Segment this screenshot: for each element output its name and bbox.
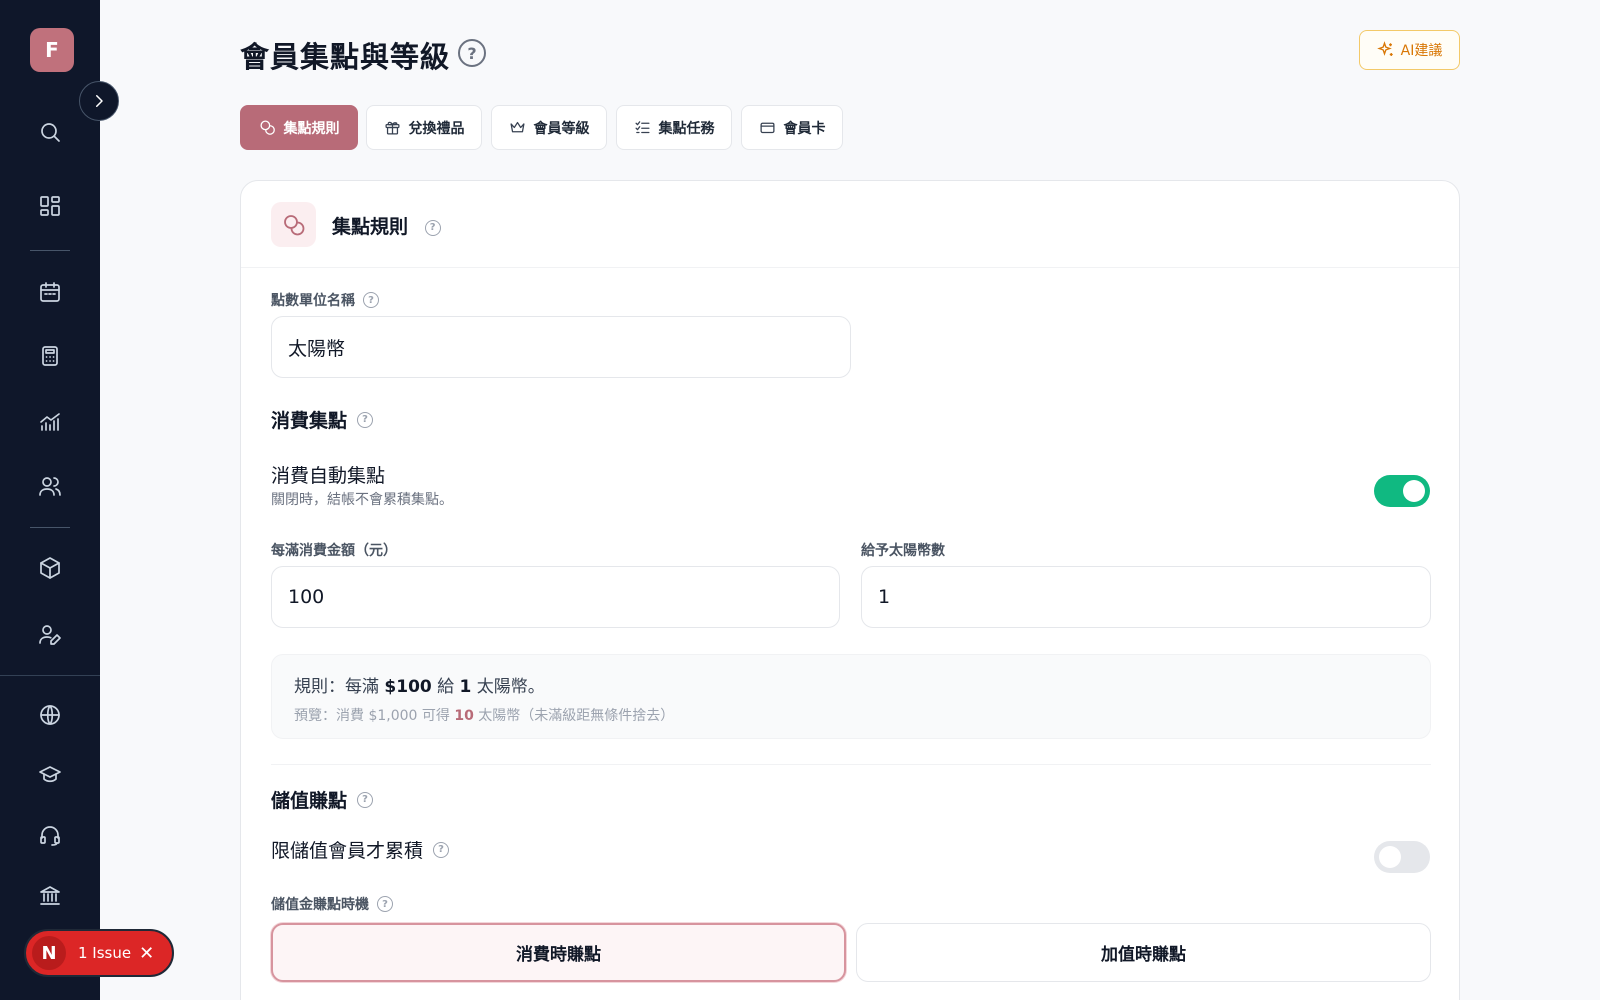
section-divider [271,764,1431,765]
close-icon[interactable]: ✕ [139,943,154,964]
gift-icon [384,121,400,135]
timing-label: 儲值金賺點時機 ? [271,894,393,914]
tab-label: 會員等級 [533,120,590,137]
help-icon[interactable]: ? [357,411,374,428]
auto-points-description: 關閉時，結帳不會累積集點。 [271,492,453,508]
help-icon[interactable]: ? [424,219,441,236]
preview-suffix: 太陽幣（未滿級距無條件捨去） [473,708,675,724]
rule-suffix: 太陽幣。 [471,677,545,697]
spend-amount-value: 100 [288,586,325,608]
unit-name-label-text: 點數單位名稱 [271,293,355,309]
sidebar-divider [30,527,70,528]
unit-name-label: 點數單位名稱 ? [271,290,379,310]
points-given-input[interactable]: 1 [861,566,1431,628]
toggle-knob [1379,846,1401,868]
sidebar: F [0,0,100,1000]
help-icon[interactable]: ? [363,292,379,308]
tab-redeem-gifts[interactable]: 兌換禮品 [366,105,482,150]
ai-suggestion-button[interactable]: AI建議 [1359,30,1460,70]
chevron-right-icon [96,95,103,107]
bank-icon[interactable] [36,881,64,909]
stored-only-title-text: 限儲值會員才累積 [271,840,424,862]
preview-prefix: 預覽：消費 $1,000 可得 [294,708,455,724]
ai-suggestion-label: AI建議 [1400,43,1443,59]
stored-only-title: 限儲值會員才累積 ? [271,836,450,863]
analytics-icon[interactable] [36,408,64,436]
stored-section-title-text: 儲值賺點 [271,790,348,812]
preview-points: 10 [454,708,474,724]
avatar[interactable]: F [30,28,74,72]
dashboard-icon[interactable] [36,192,64,220]
users-icon[interactable] [36,472,64,500]
tab-label: 集點規則 [283,120,340,137]
globe-icon[interactable] [36,701,64,729]
rule-summary-box: 規則：每滿 $100 給 1 太陽幣。 預覽：消費 $1,000 可得 10 太… [271,654,1431,739]
sparkle-icon [1376,41,1393,56]
rule-amount: $100 [384,677,432,697]
card-header: 集點規則 ? [241,181,1459,268]
page-title: 會員集點與等級 [240,40,451,74]
issue-badge[interactable]: N 1 Issue ✕ [24,929,174,977]
unit-name-input[interactable]: 太陽幣 [271,316,851,378]
toggle-knob [1403,480,1425,502]
spend-amount-label: 每滿消費金額（元） [271,543,397,559]
auto-points-toggle[interactable] [1374,475,1430,507]
timing-option-label: 加值時賺點 [1101,945,1186,965]
help-icon[interactable]: ? [377,896,393,912]
tab-points-rules[interactable]: 集點規則 [240,105,358,150]
rule-points: 1 [459,677,472,697]
calendar-icon[interactable] [36,278,64,306]
card-title: 集點規則 ? [332,212,441,239]
timing-option-label: 消費時賺點 [516,945,601,965]
stored-section-title: 儲值賺點 ? [271,786,374,813]
sidebar-divider [30,250,70,251]
tab-member-levels[interactable]: 會員等級 [491,105,607,150]
sidebar-expand-button[interactable] [79,81,119,121]
calculator-icon[interactable] [36,342,64,370]
coins-icon [271,202,316,247]
help-icon[interactable]: ? [433,841,450,858]
tab-label: 會員卡 [783,120,826,137]
tab-label: 集點任務 [658,120,715,137]
timing-option-on-spend[interactable]: 消費時賺點 [271,923,846,982]
tab-member-card[interactable]: 會員卡 [741,105,843,150]
points-given-label: 給予太陽幣數 [861,543,945,559]
user-edit-icon[interactable] [36,620,64,648]
search-icon[interactable] [36,118,64,146]
card-title-text: 集點規則 [332,216,409,238]
rule-summary: 規則：每滿 $100 給 1 太陽幣。 [294,672,545,697]
spend-section-title: 消費集點 ? [271,406,374,433]
spend-amount-input[interactable]: 100 [271,566,840,628]
issue-logo: N [32,936,66,970]
stored-only-toggle[interactable] [1374,841,1430,873]
rule-prefix: 規則：每滿 [294,677,385,697]
points-given-value: 1 [878,586,891,608]
unit-name-value: 太陽幣 [288,337,346,360]
spend-section-title-text: 消費集點 [271,410,348,432]
tab-point-tasks[interactable]: 集點任務 [616,105,732,150]
points-rules-card: 集點規則 ? 點數單位名稱 ? 太陽幣 消費集點 ? 消費自動集點 關閉時，結帳… [240,180,1460,1000]
help-icon[interactable]: ? [458,39,486,67]
issue-count: 1 Issue [78,944,132,962]
timing-label-text: 儲值金賺點時機 [271,897,369,913]
timing-option-on-topup[interactable]: 加值時賺點 [856,923,1431,982]
rule-preview: 預覽：消費 $1,000 可得 10 太陽幣（未滿級距無條件捨去） [294,705,674,725]
help-icon[interactable]: ? [357,791,374,808]
checklist-icon [634,121,650,134]
sidebar-divider [0,675,100,676]
headset-icon[interactable] [36,821,64,849]
package-icon[interactable] [36,554,64,582]
graduation-cap-icon[interactable] [36,761,64,789]
coins-icon [259,120,275,135]
card-icon [759,122,775,134]
rule-mid: 給 [431,677,460,697]
auto-points-title: 消費自動集點 [271,465,386,487]
crown-icon [509,121,525,133]
tab-label: 兌換禮品 [408,120,465,137]
